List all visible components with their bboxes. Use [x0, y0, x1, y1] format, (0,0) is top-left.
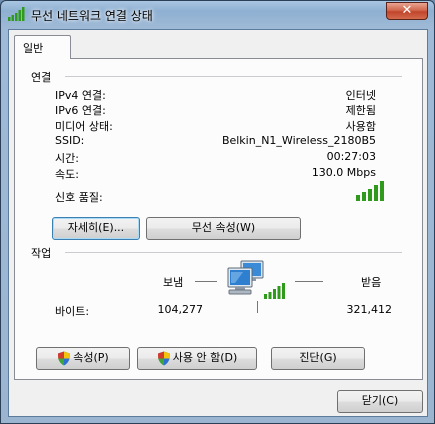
sent-line [195, 281, 217, 282]
properties-button-label: 속성(P) [73, 351, 109, 364]
bytes-label: 바이트: [55, 305, 90, 318]
wireless-properties-button[interactable]: 무선 속성(W) [146, 217, 301, 240]
received-label: 받음 [361, 276, 382, 289]
dialog-window: 무선 네트워크 연결 상태 ✕ 일반 연결 IPv4 연결: 인터넷 IPv6 … [0, 0, 435, 424]
received-line [295, 281, 323, 282]
ssid-value: Belkin_N1_Wireless_2180B5 [221, 134, 376, 147]
duration-value: 00:27:03 [326, 150, 376, 163]
section-title-activity: 작업 [31, 247, 52, 260]
title-bar[interactable]: 무선 네트워크 연결 상태 ✕ [1, 1, 434, 29]
window-close-button[interactable]: ✕ [386, 2, 428, 20]
tab-general-label: 일반 [23, 42, 44, 55]
activity-connector-line [257, 301, 258, 313]
diagnose-button[interactable]: 진단(G) [271, 347, 365, 370]
bytes-received-value: 321,412 [346, 303, 393, 316]
media-state-label: 미디어 상태: [55, 120, 113, 133]
window-title: 무선 네트워크 연결 상태 [31, 9, 153, 23]
dialog-client: 일반 연결 IPv4 연결: 인터넷 IPv6 연결: 제한됨 미디어 상태: … [8, 29, 428, 417]
signal-quality-label: 신호 품질: [55, 191, 103, 204]
ipv6-label: IPv6 연결: [55, 104, 106, 117]
bytes-sent-value: 104,277 [157, 303, 204, 316]
disable-button[interactable]: 사용 안 함(D) [137, 347, 257, 370]
signal-strength-icon [8, 7, 25, 21]
ssid-label: SSID: [55, 134, 85, 147]
properties-button[interactable]: 속성(P) [36, 347, 130, 370]
section-divider [65, 76, 402, 77]
tab-panel-general: 연결 IPv4 연결: 인터넷 IPv6 연결: 제한됨 미디어 상태: 사용함… [14, 58, 423, 380]
tab-general[interactable]: 일반 [14, 35, 71, 59]
details-button[interactable]: 자세히(E)... [52, 217, 140, 240]
media-state-value: 사용함 [345, 120, 376, 133]
signal-quality-icon [356, 181, 384, 201]
duration-label: 시간: [55, 152, 79, 165]
ipv4-value: 인터넷 [345, 89, 376, 102]
disable-button-label: 사용 안 함(D) [172, 351, 238, 364]
activity-signal-icon [264, 283, 285, 299]
uac-shield-icon [58, 351, 71, 365]
sent-label: 보냄 [163, 276, 184, 289]
section-title-connection: 연결 [31, 71, 52, 84]
uac-shield-icon [157, 351, 170, 365]
section-divider [65, 252, 402, 253]
ipv6-value: 제한됨 [345, 104, 376, 117]
ipv4-label: IPv4 연결: [55, 89, 106, 102]
speed-label: 속도: [55, 168, 79, 181]
close-button[interactable]: 닫기(C) [337, 390, 423, 413]
speed-value: 130.0 Mbps [311, 166, 376, 179]
